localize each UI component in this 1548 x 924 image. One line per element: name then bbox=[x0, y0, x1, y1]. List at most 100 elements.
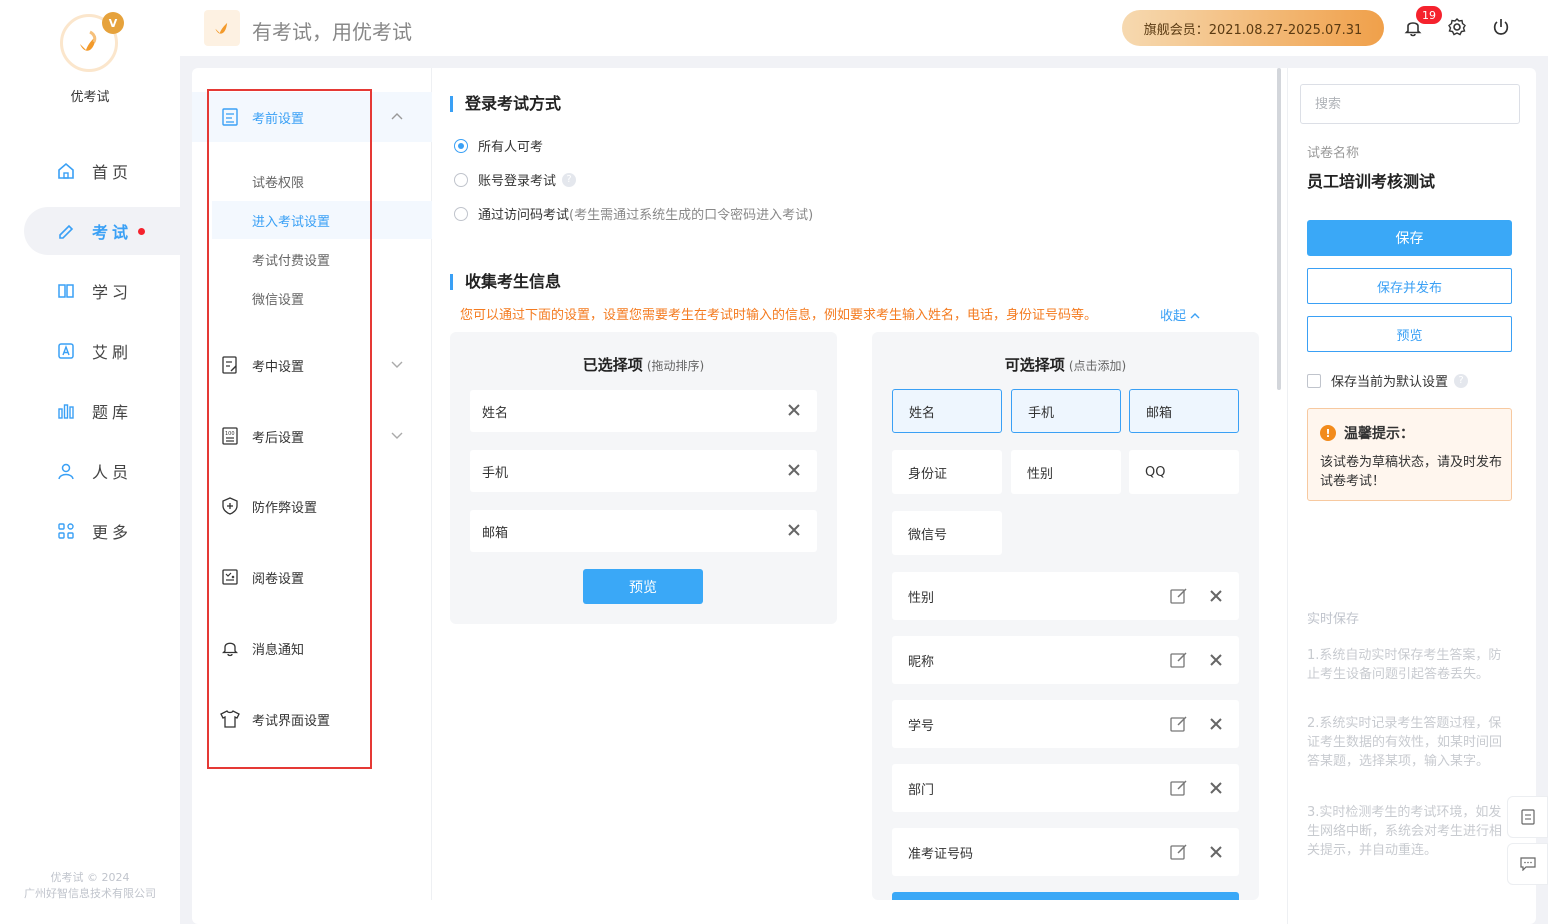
book-icon bbox=[56, 281, 76, 301]
add-field-button[interactable] bbox=[892, 892, 1239, 900]
selected-field-row[interactable]: 姓名 bbox=[470, 390, 817, 432]
close-icon[interactable] bbox=[1207, 651, 1225, 669]
field-chip-name[interactable]: 姓名 bbox=[892, 389, 1002, 433]
menu-group-label: 考前设置 bbox=[252, 111, 305, 127]
nav-label: 艾刷 bbox=[92, 343, 133, 362]
edit-icon[interactable] bbox=[1169, 778, 1189, 798]
edit-icon[interactable] bbox=[1169, 714, 1189, 734]
menu-item-after-exam[interactable]: 100 考后设置 bbox=[192, 416, 432, 456]
field-chip-email[interactable]: 邮箱 bbox=[1129, 389, 1239, 433]
custom-field-row[interactable]: 昵称 bbox=[892, 636, 1239, 684]
submenu-exam-payment[interactable]: 考试付费设置 bbox=[212, 240, 432, 278]
menu-item-label: 考试界面设置 bbox=[252, 713, 331, 729]
power-icon[interactable] bbox=[1490, 16, 1512, 38]
nav-label: 考试 bbox=[92, 223, 133, 242]
top-bar: 有考试，用优考试 旗舰会员：2021.08.27-2025.07.31 19 bbox=[180, 0, 1548, 56]
radio-button[interactable] bbox=[454, 172, 468, 187]
default-setting-checkbox[interactable] bbox=[1307, 373, 1321, 388]
preview-paper-button[interactable]: 预览 bbox=[1307, 316, 1512, 352]
radio-label: 通过访问码考试 bbox=[478, 208, 570, 223]
radio-label: 账号登录考试 bbox=[478, 174, 557, 189]
custom-field-row[interactable]: 部门 bbox=[892, 764, 1239, 812]
close-icon[interactable] bbox=[785, 401, 803, 419]
chevron-up-icon bbox=[1190, 309, 1200, 324]
field-chip-wechat[interactable]: 微信号 bbox=[892, 511, 1002, 555]
help-icon[interactable]: ? bbox=[562, 172, 577, 187]
tip-body: 该试卷为草稿状态，请及时发布试卷考试！ bbox=[1320, 455, 1503, 489]
menu-item-exam-ui[interactable]: 考试界面设置 bbox=[192, 699, 432, 739]
close-icon[interactable] bbox=[1207, 779, 1225, 797]
edit-icon[interactable] bbox=[1169, 842, 1189, 862]
collapse-label: 收起 bbox=[1160, 309, 1187, 324]
menu-item-notification[interactable]: 消息通知 bbox=[192, 628, 432, 668]
search-input[interactable] bbox=[1300, 84, 1520, 124]
radio-hint: (考生需通过系统生成的口令密码进入考试) bbox=[569, 208, 814, 223]
nav-label: 首页 bbox=[92, 163, 133, 182]
nav-item-exam[interactable]: 考试 bbox=[24, 207, 180, 255]
nav-item-aishua[interactable]: 艾刷 bbox=[24, 327, 180, 375]
menu-group-pre-exam[interactable]: 考前设置 bbox=[192, 92, 432, 142]
user-icon bbox=[56, 461, 76, 481]
custom-field-row[interactable]: 准考证号码 bbox=[892, 828, 1239, 876]
field-chip-qq[interactable]: QQ bbox=[1129, 450, 1239, 494]
default-setting-checkbox-row[interactable]: 保存当前为默认设置 ? bbox=[1307, 371, 1469, 390]
menu-item-anti-cheat[interactable]: 防作弊设置 bbox=[192, 486, 432, 526]
field-chip-gender[interactable]: 性别 bbox=[1011, 450, 1121, 494]
main-sidebar: V 优考试 首页 考试 学习 艾刷 题库 人员 更多 优考试 © 2024 广州… bbox=[0, 0, 180, 924]
nav-item-people[interactable]: 人员 bbox=[24, 447, 180, 495]
selected-fields-panel: 已选择项 (拖动排序) 姓名 手机 邮箱 预览 bbox=[450, 332, 837, 624]
close-icon[interactable] bbox=[1207, 587, 1225, 605]
nav-item-more[interactable]: 更多 bbox=[24, 507, 180, 555]
tip-box: ! 温馨提示： 该试卷为草稿状态，请及时发布试卷考试！ bbox=[1307, 408, 1512, 501]
radio-option-account-login[interactable]: 账号登录考试 ? bbox=[454, 170, 577, 189]
warning-icon: ! bbox=[1320, 425, 1336, 441]
gear-icon[interactable] bbox=[1446, 16, 1468, 38]
save-publish-button[interactable]: 保存并发布 bbox=[1307, 268, 1512, 304]
custom-field-row[interactable]: 学号 bbox=[892, 700, 1239, 748]
radio-option-everyone[interactable]: 所有人可考 bbox=[454, 136, 543, 155]
edit-icon[interactable] bbox=[1169, 586, 1189, 606]
edit-icon[interactable] bbox=[1169, 650, 1189, 670]
document-float-icon[interactable] bbox=[1507, 796, 1548, 838]
close-icon[interactable] bbox=[1207, 843, 1225, 861]
vip-membership-badge[interactable]: 旗舰会员：2021.08.27-2025.07.31 bbox=[1122, 10, 1384, 46]
scrollbar-thumb[interactable] bbox=[1277, 68, 1281, 390]
field-chip-phone[interactable]: 手机 bbox=[1011, 389, 1121, 433]
section-title-login: 登录考试方式 bbox=[450, 96, 561, 112]
selected-field-row[interactable]: 手机 bbox=[470, 450, 817, 492]
radio-button[interactable] bbox=[454, 206, 468, 221]
field-label: 学号 bbox=[908, 718, 935, 734]
field-chip-id-card[interactable]: 身份证 bbox=[892, 450, 1002, 494]
menu-item-label: 消息通知 bbox=[252, 642, 305, 658]
custom-field-row[interactable]: 性别 bbox=[892, 572, 1239, 620]
field-label: 准考证号码 bbox=[908, 846, 974, 862]
app-logo[interactable]: V bbox=[60, 12, 124, 74]
menu-item-grading[interactable]: 阅卷设置 bbox=[192, 557, 432, 597]
nav-item-question-bank[interactable]: 题库 bbox=[24, 387, 180, 435]
radio-option-access-code[interactable]: 通过访问码考试 (考生需通过系统生成的口令密码进入考试) bbox=[454, 204, 813, 223]
copyright: 优考试 © 2024 广州好智信息技术有限公司 bbox=[0, 870, 180, 902]
app-name: 优考试 bbox=[70, 90, 110, 105]
close-icon[interactable] bbox=[1207, 715, 1225, 733]
field-label: 部门 bbox=[908, 782, 935, 798]
edit-doc-icon bbox=[220, 355, 240, 375]
radio-button[interactable] bbox=[454, 138, 468, 153]
letter-a-icon bbox=[56, 341, 76, 361]
submenu-enter-exam[interactable]: 进入考试设置 bbox=[212, 201, 432, 239]
chat-float-icon[interactable] bbox=[1507, 843, 1548, 885]
field-label: 邮箱 bbox=[482, 525, 509, 541]
notification-count-badge: 19 bbox=[1416, 6, 1442, 24]
nav-item-home[interactable]: 首页 bbox=[24, 147, 180, 195]
menu-item-during-exam[interactable]: 考中设置 bbox=[192, 345, 432, 385]
collapse-link[interactable]: 收起 bbox=[1160, 305, 1200, 324]
help-icon[interactable]: ? bbox=[1454, 373, 1469, 388]
preview-button[interactable]: 预览 bbox=[583, 569, 703, 604]
nav-item-study[interactable]: 学习 bbox=[24, 267, 180, 315]
submenu-paper-permission[interactable]: 试卷权限 bbox=[212, 162, 432, 200]
close-icon[interactable] bbox=[785, 521, 803, 539]
selected-field-row[interactable]: 邮箱 bbox=[470, 510, 817, 552]
submenu-wechat[interactable]: 微信设置 bbox=[212, 279, 432, 317]
field-label: 性别 bbox=[908, 590, 935, 606]
close-icon[interactable] bbox=[785, 461, 803, 479]
save-button[interactable]: 保存 bbox=[1307, 220, 1512, 256]
